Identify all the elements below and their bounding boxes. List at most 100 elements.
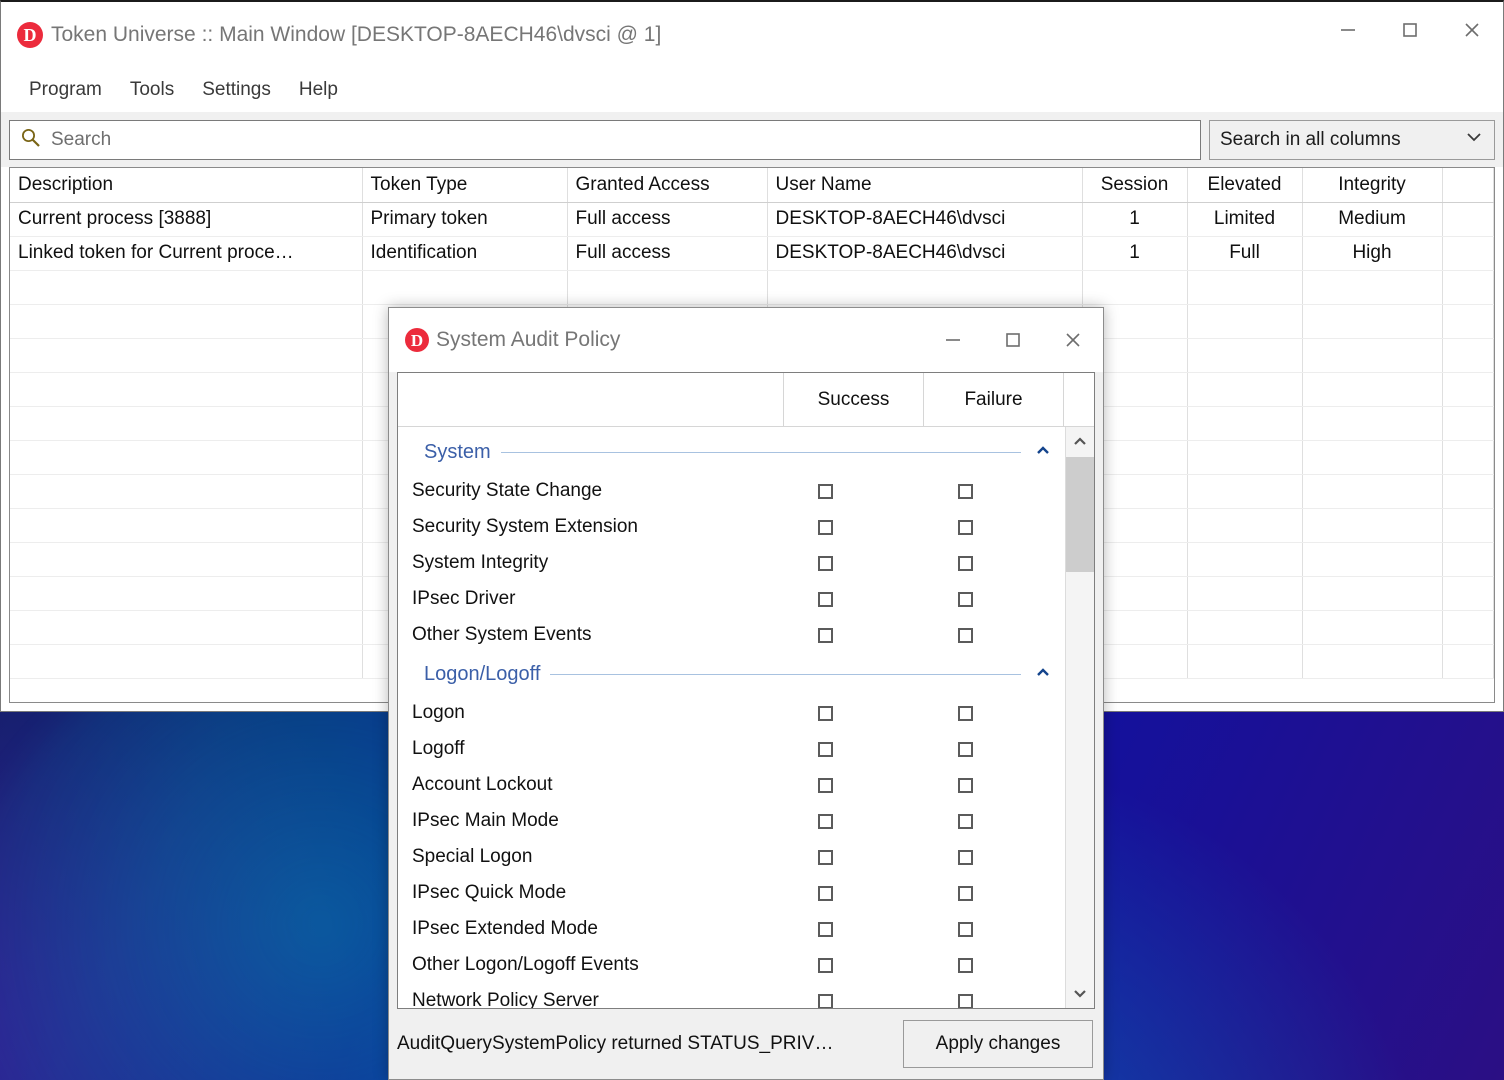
policy-success-checkbox[interactable] [817, 741, 833, 757]
policy-success-checkbox-cell[interactable] [755, 885, 895, 901]
column-header-elevated[interactable]: Elevated [1187, 168, 1303, 203]
policy-failure-checkbox-cell[interactable] [895, 627, 1035, 643]
policy-row[interactable]: Security State Change [398, 473, 1065, 509]
policy-failure-checkbox[interactable] [957, 957, 973, 973]
policy-failure-checkbox-cell[interactable] [895, 849, 1035, 865]
column-header-extra[interactable] [1442, 168, 1494, 203]
policy-failure-checkbox-cell[interactable] [895, 483, 1035, 499]
policy-failure-checkbox[interactable] [957, 741, 973, 757]
table-row[interactable]: Current process [3888] Primary token Ful… [10, 202, 1494, 237]
policy-failure-checkbox-cell[interactable] [895, 741, 1035, 757]
policy-failure-checkbox[interactable] [957, 591, 973, 607]
policy-failure-checkbox-cell[interactable] [895, 993, 1035, 1008]
policy-success-checkbox-cell[interactable] [755, 993, 895, 1008]
policy-failure-checkbox[interactable] [957, 921, 973, 937]
column-header-integrity[interactable]: Integrity [1302, 168, 1443, 203]
policy-success-checkbox-cell[interactable] [755, 483, 895, 499]
policy-success-checkbox[interactable] [817, 483, 833, 499]
policy-failure-checkbox-cell[interactable] [895, 921, 1035, 937]
policy-success-checkbox-cell[interactable] [755, 777, 895, 793]
search-scope-select[interactable]: Search in all columns [1209, 119, 1495, 160]
policy-success-checkbox[interactable] [817, 885, 833, 901]
policy-success-checkbox-cell[interactable] [755, 627, 895, 643]
policy-success-checkbox-cell[interactable] [755, 741, 895, 757]
column-header-token-type[interactable]: Token Type [362, 168, 568, 203]
scrollbar-thumb[interactable] [1066, 457, 1094, 572]
policy-failure-checkbox[interactable] [957, 885, 973, 901]
maximize-icon[interactable] [1379, 2, 1441, 58]
policy-success-checkbox[interactable] [817, 957, 833, 973]
menu-item-program[interactable]: Program [15, 75, 116, 105]
policy-failure-checkbox-cell[interactable] [895, 813, 1035, 829]
menu-item-help[interactable]: Help [285, 75, 352, 105]
policy-failure-checkbox[interactable] [957, 483, 973, 499]
policy-failure-checkbox-cell[interactable] [895, 519, 1035, 535]
policy-success-checkbox-cell[interactable] [755, 519, 895, 535]
search-input[interactable]: Search [9, 119, 1201, 160]
policy-failure-checkbox[interactable] [957, 777, 973, 793]
policy-success-checkbox-cell[interactable] [755, 813, 895, 829]
policy-group-header[interactable]: Logon/Logoff [398, 653, 1065, 695]
policy-row[interactable]: Logon [398, 695, 1065, 731]
policy-success-checkbox[interactable] [817, 591, 833, 607]
policy-row[interactable]: IPsec Quick Mode [398, 875, 1065, 911]
close-icon[interactable] [1441, 2, 1503, 58]
policy-success-checkbox-cell[interactable] [755, 957, 895, 973]
policy-success-checkbox[interactable] [817, 813, 833, 829]
policy-row[interactable]: Other Logon/Logoff Events [398, 947, 1065, 983]
policy-row[interactable]: Account Lockout [398, 767, 1065, 803]
policy-success-checkbox[interactable] [817, 627, 833, 643]
menu-item-settings[interactable]: Settings [188, 75, 285, 105]
policy-success-checkbox-cell[interactable] [755, 849, 895, 865]
policy-failure-checkbox-cell[interactable] [895, 705, 1035, 721]
policy-success-checkbox-cell[interactable] [755, 591, 895, 607]
policy-success-checkbox[interactable] [817, 921, 833, 937]
policy-failure-checkbox-cell[interactable] [895, 591, 1035, 607]
policy-row[interactable]: System Integrity [398, 545, 1065, 581]
policy-group-header[interactable]: System [398, 431, 1065, 473]
policy-failure-checkbox[interactable] [957, 813, 973, 829]
dialog-minimize-icon[interactable] [923, 312, 983, 368]
scroll-up-icon[interactable] [1066, 427, 1094, 457]
apply-changes-button[interactable]: Apply changes [903, 1020, 1093, 1068]
policy-vertical-scrollbar[interactable] [1065, 427, 1094, 1008]
policy-failure-checkbox[interactable] [957, 555, 973, 571]
policy-row[interactable]: IPsec Extended Mode [398, 911, 1065, 947]
policy-success-checkbox[interactable] [817, 993, 833, 1008]
column-header-granted-access[interactable]: Granted Access [567, 168, 768, 203]
policy-row[interactable]: Network Policy Server [398, 983, 1065, 1008]
policy-success-checkbox[interactable] [817, 849, 833, 865]
policy-failure-checkbox-cell[interactable] [895, 555, 1035, 571]
policy-row[interactable]: Security System Extension [398, 509, 1065, 545]
column-header-session[interactable]: Session [1082, 168, 1188, 203]
policy-success-checkbox-cell[interactable] [755, 705, 895, 721]
policy-failure-checkbox-cell[interactable] [895, 957, 1035, 973]
policy-failure-checkbox-cell[interactable] [895, 777, 1035, 793]
dialog-maximize-icon[interactable] [983, 312, 1043, 368]
chevron-up-icon[interactable] [1031, 442, 1055, 463]
policy-success-checkbox-cell[interactable] [755, 921, 895, 937]
dialog-close-icon[interactable] [1043, 312, 1103, 368]
chevron-up-icon[interactable] [1031, 664, 1055, 685]
policy-failure-checkbox[interactable] [957, 627, 973, 643]
menu-item-tools[interactable]: Tools [116, 75, 188, 105]
policy-failure-checkbox[interactable] [957, 519, 973, 535]
minimize-icon[interactable] [1317, 2, 1379, 58]
scrollbar-track[interactable] [1066, 457, 1094, 978]
column-header-description[interactable]: Description [10, 168, 363, 203]
policy-success-checkbox-cell[interactable] [755, 555, 895, 571]
policy-failure-checkbox[interactable] [957, 705, 973, 721]
policy-success-checkbox[interactable] [817, 777, 833, 793]
policy-row[interactable]: Special Logon [398, 839, 1065, 875]
policy-failure-checkbox-cell[interactable] [895, 885, 1035, 901]
table-row[interactable]: Linked token for Current proce… Identifi… [10, 236, 1494, 271]
policy-success-checkbox[interactable] [817, 555, 833, 571]
policy-row[interactable]: Other System Events [398, 617, 1065, 653]
scroll-down-icon[interactable] [1066, 978, 1094, 1008]
policy-row[interactable]: Logoff [398, 731, 1065, 767]
policy-row[interactable]: IPsec Main Mode [398, 803, 1065, 839]
policy-row[interactable]: IPsec Driver [398, 581, 1065, 617]
policy-failure-checkbox[interactable] [957, 993, 973, 1008]
policy-success-checkbox[interactable] [817, 705, 833, 721]
policy-success-checkbox[interactable] [817, 519, 833, 535]
